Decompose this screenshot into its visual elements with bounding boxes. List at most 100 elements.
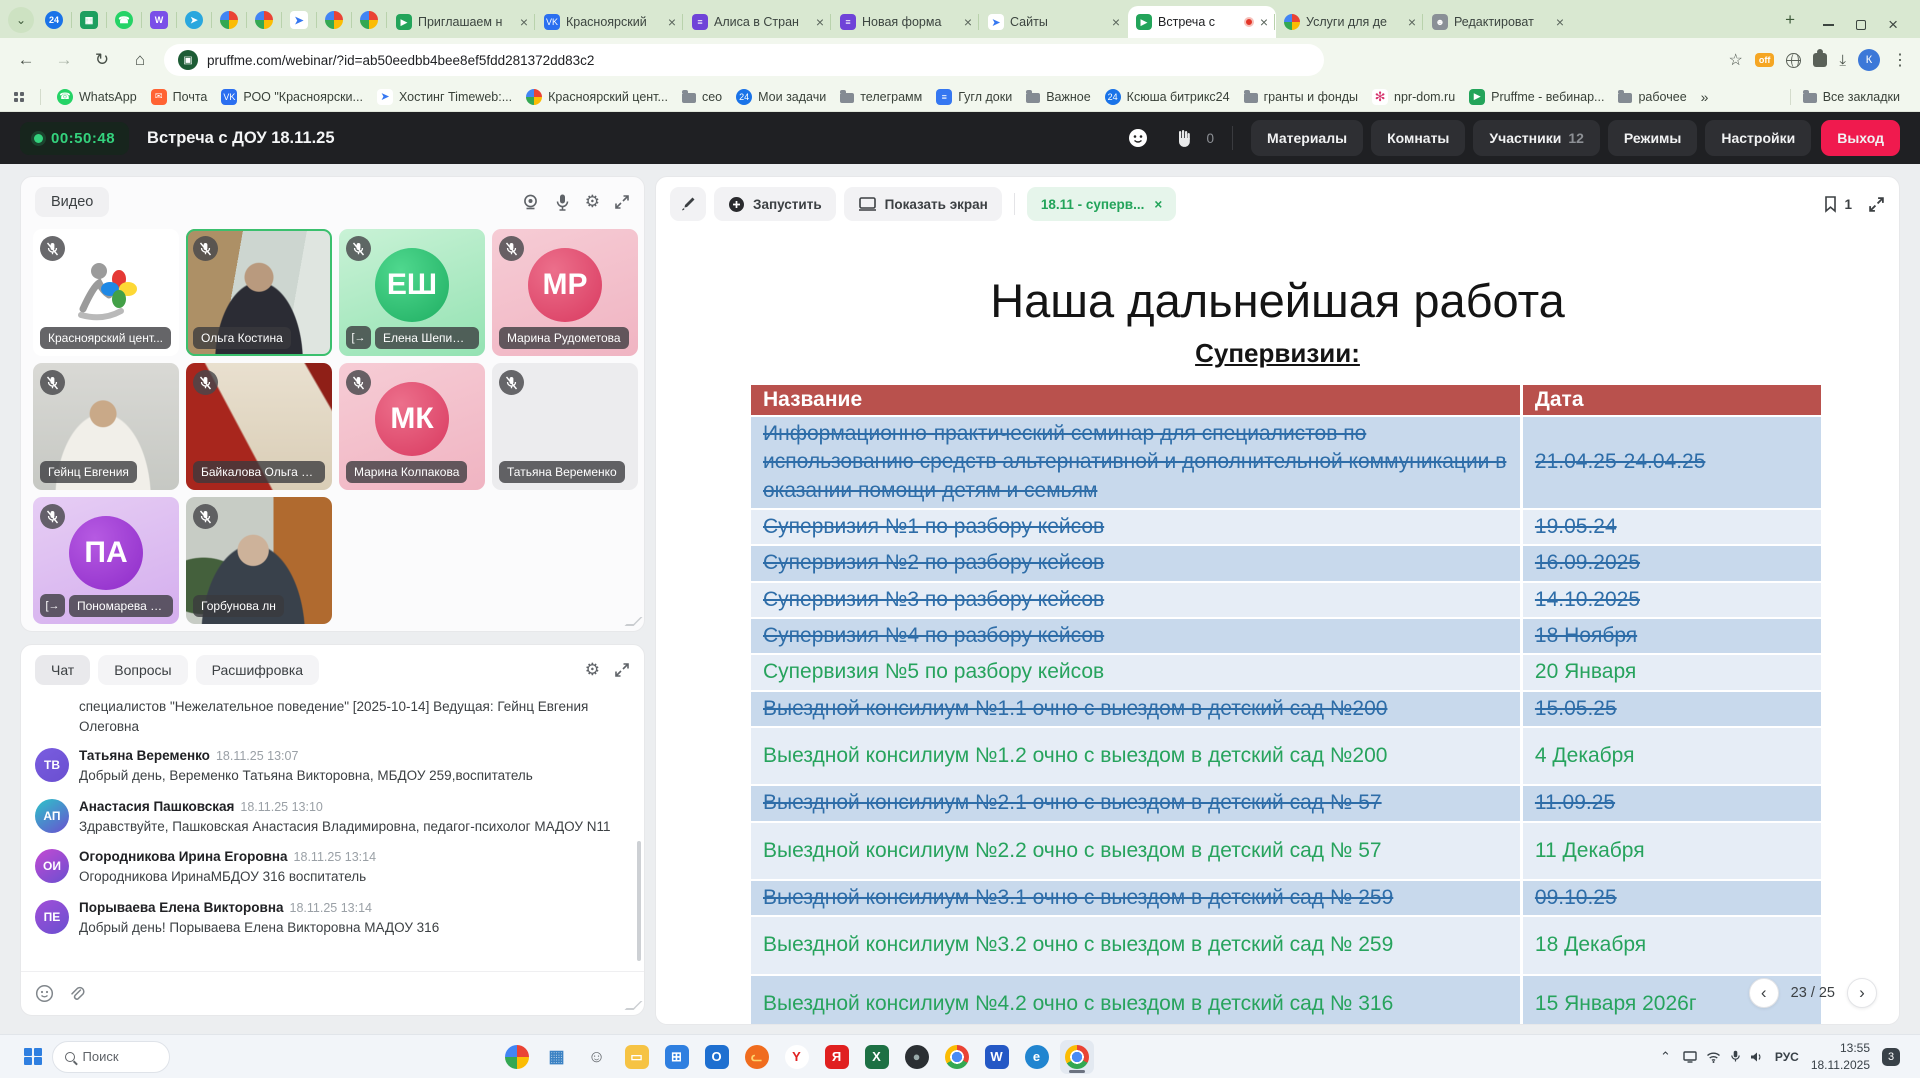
pinned-timeweb[interactable]: ➤ <box>286 7 312 33</box>
taskbar-app-dark-app[interactable]: ● <box>900 1040 934 1074</box>
video-tile[interactable]: Татьяна Веременко <box>492 363 638 490</box>
exit-button[interactable]: Выход <box>1821 120 1900 156</box>
attach-paperclip-icon[interactable] <box>68 985 86 1003</box>
pinned-sheets[interactable]: ▦ <box>76 7 102 33</box>
chat-scrollbar[interactable] <box>637 841 641 961</box>
video-tile[interactable]: ПА [→ Пономарева А... <box>33 497 179 624</box>
tab-close-icon[interactable]: × <box>1556 14 1564 30</box>
bookmark-item[interactable]: телеграмм <box>834 87 928 107</box>
expand-icon[interactable] <box>614 194 630 210</box>
video-tile[interactable]: Красноярский цент... <box>33 229 179 356</box>
bookmark-item[interactable]: ☎ WhatsApp <box>51 86 143 108</box>
bookmarks-flag-button[interactable]: 1 <box>1823 195 1852 213</box>
menu-dots-icon[interactable]: ⋮ <box>1892 50 1908 70</box>
bookmark-item[interactable]: рабочее <box>1612 87 1692 107</box>
bookmark-star-icon[interactable]: ☆ <box>1729 50 1743 70</box>
video-tile[interactable]: Байкалова Ольга Ил... <box>186 363 332 490</box>
chat-expand-icon[interactable] <box>614 662 630 678</box>
document-tab-close-icon[interactable]: × <box>1154 197 1162 212</box>
pinned-telegram[interactable]: ➤ <box>181 7 207 33</box>
window-minimize-icon[interactable] <box>1823 24 1835 26</box>
new-tab-button[interactable]: + <box>1777 7 1803 33</box>
pinned-photos-2[interactable] <box>321 7 347 33</box>
reactions-smiley-icon[interactable] <box>1120 120 1156 156</box>
pinned-photos-3[interactable] <box>356 7 382 33</box>
taskbar-app-file-explorer[interactable]: ▭ <box>620 1040 654 1074</box>
browser-tab[interactable]: ▶ Встреча с × <box>1128 6 1276 38</box>
browser-tab[interactable]: ☻ Редактироват × <box>1422 6 1572 38</box>
downloads-icon[interactable]: ⤓ <box>1839 52 1846 69</box>
back-icon[interactable]: ← <box>12 50 40 70</box>
bookmark-item[interactable]: ▶ Pruffme - вебинар... <box>1463 86 1610 108</box>
extensions-puzzle-icon[interactable] <box>1813 49 1828 67</box>
kick-participant-icon[interactable]: [→ <box>346 326 371 349</box>
reload-icon[interactable]: ↻ <box>88 50 116 70</box>
profile-avatar[interactable]: К <box>1858 49 1880 71</box>
chat-tab-расшифровка[interactable]: Расшифровка <box>195 655 320 685</box>
tab-search-icon[interactable]: ⌄ <box>8 7 34 33</box>
emoji-icon[interactable] <box>35 984 54 1003</box>
browser-tab[interactable]: ≡ Алиса в Стран × <box>682 6 832 38</box>
apps-grid-icon[interactable] <box>14 91 24 102</box>
taskbar-app-chrome-active[interactable] <box>1059 1039 1094 1074</box>
taskbar-app-excel[interactable]: X <box>860 1040 894 1074</box>
home-icon[interactable]: ⌂ <box>126 50 154 70</box>
mic-tray-icon[interactable] <box>1730 1050 1741 1063</box>
next-slide-button[interactable]: › <box>1847 978 1877 1008</box>
chat-tab-чат[interactable]: Чат <box>35 655 91 685</box>
kick-participant-icon[interactable]: [→ <box>40 594 65 617</box>
tab-close-icon[interactable]: × <box>1112 14 1120 30</box>
all-bookmarks-button[interactable]: Все закладки <box>1797 87 1906 107</box>
video-tile[interactable]: Ольга Костина <box>186 229 332 356</box>
settings-gear-icon[interactable]: ⚙ <box>585 192 600 212</box>
draw-brush-icon[interactable] <box>670 187 706 221</box>
launch-button[interactable]: Запустить <box>714 187 836 221</box>
address-bar[interactable]: ▣ pruffme.com/webinar/?id=ab50eedbb4bee8… <box>164 44 1324 76</box>
browser-tab[interactable]: Услуги для де × <box>1274 6 1424 38</box>
bookmark-item[interactable]: сео <box>676 87 728 107</box>
bookmark-item[interactable]: ✉ Почта <box>145 86 214 108</box>
taskbar-app-y-app[interactable]: Y <box>780 1040 814 1074</box>
taskbar-app-chrome[interactable] <box>940 1040 974 1074</box>
browser-tab[interactable]: ≡ Новая форма × <box>830 6 980 38</box>
tab-close-icon[interactable]: × <box>1260 14 1268 30</box>
taskbar-app-store[interactable]: ⊞ <box>660 1040 694 1074</box>
nav-button-комнаты[interactable]: Комнаты <box>1371 120 1466 156</box>
globe-extension-icon[interactable] <box>1786 52 1802 68</box>
tab-close-icon[interactable]: × <box>816 14 824 30</box>
wifi-tray-icon[interactable] <box>1706 1051 1721 1063</box>
chat-messages[interactable]: специалистов "Нежелательное поведение" [… <box>21 693 644 971</box>
browser-tab[interactable]: ▶ Приглашаем н × <box>388 6 536 38</box>
bookmark-item[interactable]: ✻ npr-dom.ru <box>1366 86 1461 108</box>
forward-icon[interactable]: → <box>50 50 78 70</box>
bookmarks-overflow-icon[interactable]: » <box>1701 89 1709 105</box>
window-close-icon[interactable]: × <box>1888 16 1898 33</box>
video-tile[interactable]: Горбунова лн <box>186 497 332 624</box>
taskbar-app-copilot[interactable] <box>500 1040 534 1074</box>
nav-button-настройки[interactable]: Настройки <box>1705 120 1812 156</box>
bookmark-item[interactable]: 24 Ксюша битрикс24 <box>1099 86 1236 108</box>
nav-button-режимы[interactable]: Режимы <box>1607 120 1698 156</box>
bookmark-item[interactable]: VK РОО "Красноярски... <box>215 86 369 108</box>
bookmark-item[interactable]: ≡ Гугл доки <box>930 86 1018 108</box>
notification-badge[interactable]: 3 <box>1882 1047 1900 1066</box>
pinned-bitrix24[interactable]: 24 <box>41 7 67 33</box>
hidden-icons-chevron[interactable]: ⌃ <box>1660 1049 1671 1065</box>
extension-off-badge[interactable]: off <box>1754 53 1775 67</box>
start-button[interactable] <box>24 1047 42 1066</box>
webcam-icon[interactable] <box>521 193 540 212</box>
chat-tab-вопросы[interactable]: Вопросы <box>98 655 188 685</box>
tab-close-icon[interactable]: × <box>964 14 972 30</box>
bookmark-item[interactable]: 24 Мои задачи <box>730 86 832 108</box>
video-tile[interactable]: Гейнц Евгения <box>33 363 179 490</box>
taskbar-app-edge[interactable]: e <box>1020 1040 1054 1074</box>
pinned-whatsapp[interactable]: ☎ <box>111 7 137 33</box>
video-tile[interactable]: МР Марина Рудометова <box>492 229 638 356</box>
window-maximize-icon[interactable] <box>1856 20 1867 30</box>
nav-button-материалы[interactable]: Материалы <box>1251 120 1364 156</box>
pinned-photos[interactable] <box>251 7 277 33</box>
keyboard-language[interactable]: РУС <box>1775 1050 1799 1064</box>
raise-hand-icon[interactable] <box>1166 120 1202 156</box>
taskbar-app-people[interactable]: ☺ <box>580 1040 614 1074</box>
bookmark-item[interactable]: гранты и фонды <box>1238 87 1364 107</box>
